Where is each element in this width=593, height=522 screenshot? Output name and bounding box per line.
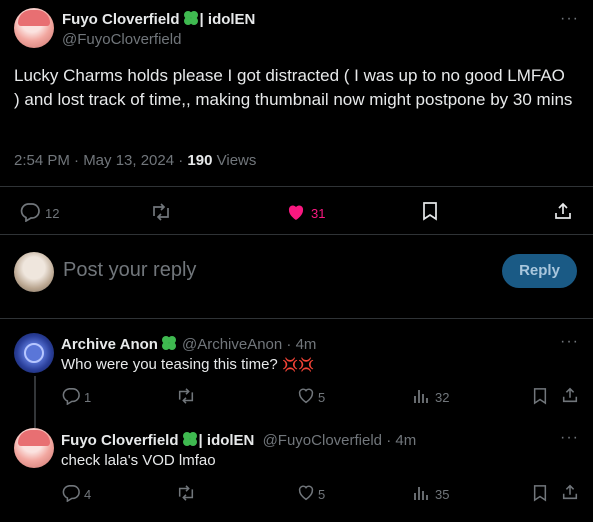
divider bbox=[0, 318, 593, 319]
reply-icon[interactable] bbox=[62, 387, 80, 405]
bookmark-icon[interactable] bbox=[532, 387, 548, 405]
bookmark-icon[interactable] bbox=[421, 201, 439, 221]
reply-button[interactable]: Reply bbox=[502, 254, 577, 288]
user-avatar[interactable] bbox=[14, 252, 54, 292]
like-count: 5 bbox=[318, 487, 326, 502]
views-icon[interactable] bbox=[413, 387, 429, 405]
anger-emoji: 💢💢 bbox=[281, 357, 315, 372]
reply-count: 12 bbox=[45, 206, 60, 221]
divider bbox=[0, 186, 593, 187]
clover-icon bbox=[181, 430, 199, 448]
views-icon[interactable] bbox=[413, 484, 429, 502]
handle[interactable]: @ArchiveAnon bbox=[182, 336, 282, 353]
name-suffix: | idolEN bbox=[199, 11, 256, 28]
display-name[interactable]: Archive Anon bbox=[61, 336, 158, 353]
like-icon[interactable] bbox=[286, 202, 306, 222]
reply-input[interactable]: Post your reply bbox=[63, 259, 196, 282]
name-suffix: | idolEN bbox=[198, 432, 255, 449]
author-line: Fuyo Cloverfield | idolEN @FuyoCloverfie… bbox=[61, 430, 416, 449]
clover-icon bbox=[160, 334, 178, 352]
reply-icon[interactable] bbox=[20, 202, 40, 222]
bookmark-icon[interactable] bbox=[532, 484, 548, 502]
post-meta: 2:54 PM · May 13, 2024 · 190 Views bbox=[14, 152, 256, 169]
share-icon[interactable] bbox=[553, 201, 573, 221]
divider bbox=[0, 234, 593, 235]
author-line: Fuyo Cloverfield | idolEN bbox=[62, 9, 255, 29]
reply-icon[interactable] bbox=[62, 484, 80, 502]
reply-time[interactable]: · 4m bbox=[286, 336, 316, 353]
reply-text: check lala's VOD lmfao bbox=[61, 452, 216, 469]
reply-count: 1 bbox=[84, 390, 92, 405]
repost-icon[interactable] bbox=[150, 202, 172, 222]
more-icon[interactable]: ··· bbox=[560, 10, 579, 28]
display-name[interactable]: Fuyo Cloverfield bbox=[61, 432, 179, 449]
like-icon[interactable] bbox=[297, 387, 315, 405]
reply-text-line: Who were you teasing this time? 💢💢 bbox=[61, 356, 314, 373]
clover-icon bbox=[182, 9, 200, 27]
reply-count: 4 bbox=[84, 487, 92, 502]
repost-icon[interactable] bbox=[176, 484, 196, 502]
handle[interactable]: @FuyoCloverfield bbox=[263, 432, 382, 449]
thread-line bbox=[34, 376, 36, 428]
repost-icon[interactable] bbox=[176, 387, 196, 405]
display-name[interactable]: Fuyo Cloverfield bbox=[62, 11, 180, 28]
handle[interactable]: @FuyoCloverfield bbox=[62, 31, 181, 48]
avatar[interactable] bbox=[14, 333, 54, 373]
like-count: 5 bbox=[318, 390, 326, 405]
more-icon[interactable]: ··· bbox=[560, 333, 579, 351]
share-icon[interactable] bbox=[561, 483, 579, 501]
reply-time[interactable]: · 4m bbox=[386, 432, 416, 449]
post-text: Lucky Charms holds please I got distract… bbox=[14, 66, 573, 109]
like-icon[interactable] bbox=[297, 484, 315, 502]
views-label: Views bbox=[216, 152, 257, 169]
more-icon[interactable]: ··· bbox=[560, 429, 579, 447]
views-count: 190 bbox=[187, 152, 213, 169]
reply-text: Who were you teasing this time? bbox=[61, 356, 278, 373]
avatar[interactable] bbox=[14, 8, 54, 48]
author-line: Archive Anon @ArchiveAnon · 4m bbox=[61, 334, 316, 353]
share-icon[interactable] bbox=[561, 386, 579, 404]
avatar[interactable] bbox=[14, 428, 54, 468]
views-count: 35 bbox=[435, 487, 450, 502]
post-time[interactable]: 2:54 PM · May 13, 2024 · bbox=[14, 152, 183, 169]
like-count: 31 bbox=[311, 206, 326, 221]
views-count: 32 bbox=[435, 390, 450, 405]
